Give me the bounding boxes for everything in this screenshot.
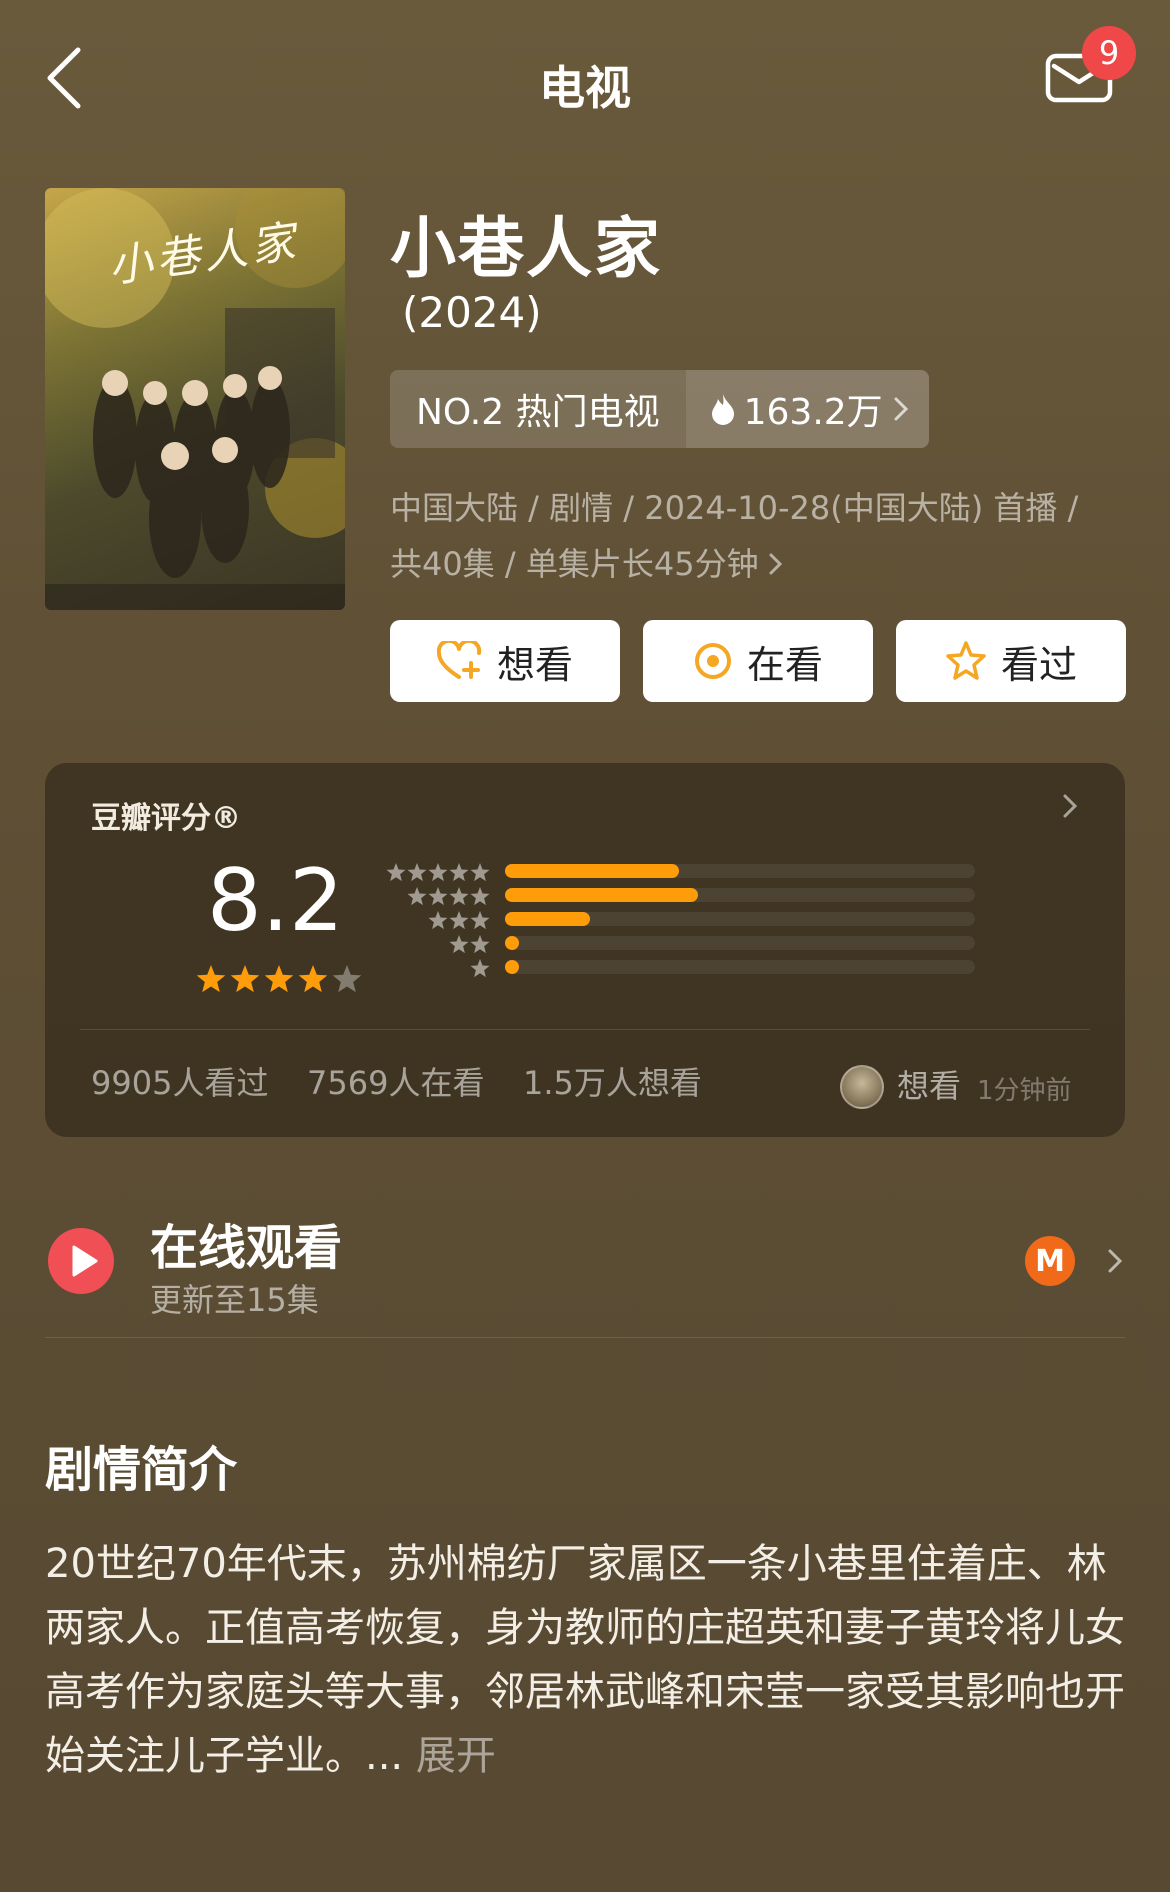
watching-count[interactable]: 7569人在看 bbox=[307, 1058, 484, 1104]
avatar[interactable] bbox=[840, 1065, 884, 1109]
heart-plus-icon bbox=[436, 641, 482, 679]
star-filled-icon bbox=[298, 965, 328, 993]
online-watch-title[interactable]: 在线观看 bbox=[150, 1208, 342, 1278]
mango-tv-logo-icon[interactable]: M bbox=[1025, 1236, 1075, 1286]
movie-meta[interactable]: 中国大陆 / 剧情 / 2024-10-28(中国大陆) 首播 / 共40集 /… bbox=[390, 480, 1130, 592]
chevron-right-icon[interactable] bbox=[1060, 791, 1080, 821]
star-level-5 bbox=[386, 863, 490, 882]
activity-time: 1分钟前 bbox=[977, 1076, 1072, 1106]
star-level-4 bbox=[407, 887, 490, 906]
heat-section: 163.2万 bbox=[685, 370, 929, 448]
star-outline-icon bbox=[946, 641, 986, 680]
expand-link[interactable]: 展开 bbox=[416, 1733, 496, 1779]
play-icon[interactable] bbox=[48, 1228, 114, 1294]
synopsis-body: 20世纪70年代末，苏州棉纺厂家属区一条小巷里住着庄、林两家人。正值高考恢复，身… bbox=[45, 1541, 1125, 1779]
rating-bar-fill bbox=[505, 864, 679, 878]
watched-button[interactable]: 看过 bbox=[896, 620, 1126, 702]
rating-score: 8.2 bbox=[207, 851, 344, 951]
synopsis-text: 20世纪70年代末，苏州棉纺厂家属区一条小巷里住着庄、林两家人。正值高考恢复，身… bbox=[45, 1532, 1125, 1788]
rating-bar-5-star bbox=[505, 864, 975, 878]
heat-value: 163.2万 bbox=[743, 392, 883, 433]
movie-title: 小巷人家 bbox=[390, 210, 662, 287]
score-stars bbox=[195, 963, 363, 995]
star-empty-icon bbox=[332, 965, 362, 993]
chevron-right-icon bbox=[769, 553, 782, 575]
chevron-right-icon[interactable] bbox=[1105, 1245, 1125, 1277]
rating-bar-1-star bbox=[505, 960, 975, 974]
flame-icon bbox=[711, 394, 734, 425]
meta-line-2: 共40集 / 单集片长45分钟 bbox=[390, 545, 759, 583]
rating-bar-fill bbox=[505, 960, 520, 974]
watched-label: 看过 bbox=[1000, 642, 1077, 687]
rating-bar-fill bbox=[505, 912, 590, 926]
rank-label: NO.2 热门电视 bbox=[390, 370, 686, 448]
rating-card[interactable]: 豆瓣评分® 8.2 9905人看过 7569人在看 1.5万人想看 想看 1分钟… bbox=[45, 763, 1125, 1137]
watching-button[interactable]: 在看 bbox=[643, 620, 873, 702]
meta-line-2-row: 共40集 / 单集片长45分钟 bbox=[390, 536, 1130, 592]
rank-pill[interactable]: NO.2 热门电视 163.2万 bbox=[390, 370, 929, 448]
rating-title: 豆瓣评分® bbox=[91, 801, 241, 836]
star-filled-icon bbox=[264, 965, 294, 993]
watched-count[interactable]: 9905人看过 bbox=[91, 1058, 268, 1104]
rating-bar-3-star bbox=[505, 912, 975, 926]
rating-bar-4-star bbox=[505, 888, 975, 902]
star-level-labels bbox=[386, 863, 490, 978]
watching-label: 在看 bbox=[746, 642, 823, 687]
page-title: 电视 bbox=[539, 61, 631, 115]
want-button[interactable]: 想看 bbox=[390, 620, 620, 702]
rating-bar-fill bbox=[505, 888, 698, 902]
synopsis-title: 剧情简介 bbox=[45, 1442, 238, 1498]
activity-label: 想看 bbox=[897, 1067, 962, 1105]
star-level-2 bbox=[449, 935, 490, 954]
movie-year: (2024) bbox=[402, 288, 542, 337]
poster-image[interactable]: 小巷人家 bbox=[45, 188, 345, 610]
star-filled-icon bbox=[230, 965, 260, 993]
top-bar: 电视 9 bbox=[0, 0, 1170, 160]
want-label: 想看 bbox=[496, 642, 573, 687]
online-watch-subtitle: 更新至15集 bbox=[150, 1281, 319, 1319]
star-level-1 bbox=[470, 959, 490, 978]
chevron-right-icon bbox=[894, 397, 908, 421]
divider bbox=[45, 1337, 1125, 1338]
notification-badge: 9 bbox=[1082, 26, 1136, 80]
rating-bar-fill bbox=[505, 936, 520, 950]
divider bbox=[80, 1029, 1090, 1030]
star-level-3 bbox=[428, 911, 490, 930]
meta-line-1: 中国大陆 / 剧情 / 2024-10-28(中国大陆) 首播 / bbox=[390, 489, 1079, 527]
target-icon bbox=[694, 643, 731, 679]
want-count[interactable]: 1.5万人想看 bbox=[523, 1058, 702, 1104]
star-filled-icon bbox=[196, 965, 226, 993]
rating-bar-2-star bbox=[505, 936, 975, 950]
